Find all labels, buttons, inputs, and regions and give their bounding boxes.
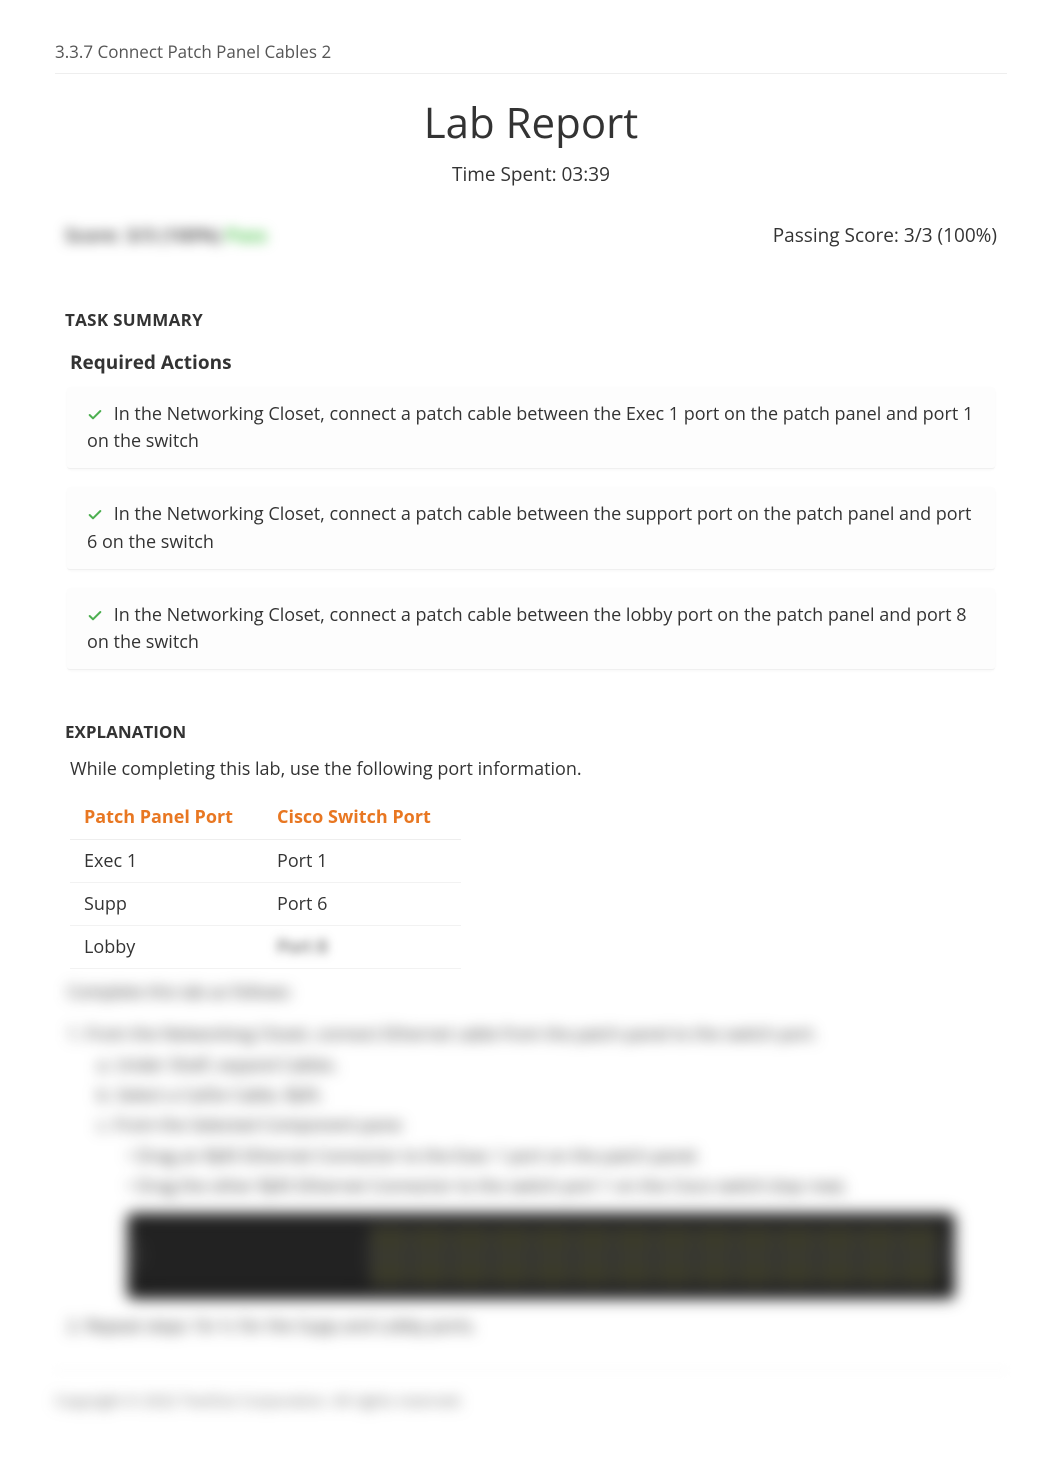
score-text: Score: 3/3 (100%)	[65, 222, 226, 248]
divider-bottom	[55, 1370, 1007, 1371]
table-cell: Supp	[70, 882, 263, 925]
table-row: Exec 1 Port 1	[70, 839, 461, 882]
breadcrumb: 3.3.7 Connect Patch Panel Cables 2	[55, 40, 1007, 63]
score-earned: Score: 3/3 (100%) Pass	[65, 222, 267, 248]
blurred-line: Complete this lab as follows:	[67, 979, 995, 1005]
pass-badge: Pass	[226, 222, 267, 248]
table-cell: Exec 1	[70, 839, 263, 882]
time-spent: Time Spent: 03:39	[55, 161, 1007, 187]
blurred-line: 2. Repeat steps 1b-1c for the Supp and L…	[67, 1313, 995, 1339]
check-icon	[87, 502, 103, 528]
table-row: Supp Port 6	[70, 882, 461, 925]
explanation-intro: While completing this lab, use the follo…	[70, 757, 992, 781]
port-table: Patch Panel Port Cisco Switch Port Exec …	[70, 795, 461, 969]
copyright-footer: Copyright © 2022 TestOut Corporation. Al…	[55, 1391, 1007, 1411]
check-icon	[87, 402, 103, 428]
action-item: In the Networking Closet, connect a patc…	[67, 487, 995, 569]
blurred-line: c. From the Selected Component pane:	[67, 1112, 995, 1138]
action-text: In the Networking Closet, connect a patc…	[87, 402, 973, 453]
explanation-header: EXPLANATION	[65, 720, 997, 743]
table-cell: Port 6	[263, 882, 461, 925]
action-text: In the Networking Closet, connect a patc…	[87, 603, 967, 654]
divider-top	[55, 73, 1007, 74]
table-cell-blurred: Port 8	[263, 925, 461, 968]
table-header-patch: Patch Panel Port	[70, 795, 263, 840]
table-cell: Port 1	[263, 839, 461, 882]
blurred-line: a. Under Shelf, expand Cables.	[67, 1052, 995, 1078]
action-text: In the Networking Closet, connect a patc…	[87, 502, 971, 553]
required-actions-label: Required Actions	[70, 349, 992, 375]
table-cell: Lobby	[70, 925, 263, 968]
table-header-cisco: Cisco Switch Port	[263, 795, 461, 840]
task-summary-header: TASK SUMMARY	[65, 308, 997, 331]
blurred-explanation: Complete this lab as follows: 1. From th…	[67, 979, 995, 1340]
passing-score: Passing Score: 3/3 (100%)	[773, 222, 997, 248]
blurred-line: 1. From the Networking Closet, connect E…	[67, 1021, 995, 1047]
check-icon	[87, 603, 103, 629]
blurred-line: • Drag an RJ45 Ethernet Connector to the…	[67, 1143, 995, 1169]
blurred-line: b. Select a Cat5e Cable, RJ45.	[67, 1082, 995, 1108]
table-row: Lobby Port 8	[70, 925, 461, 968]
switch-image	[127, 1213, 955, 1299]
page-title: Lab Report	[55, 94, 1007, 151]
action-item: In the Networking Closet, connect a patc…	[67, 387, 995, 469]
action-item: In the Networking Closet, connect a patc…	[67, 588, 995, 670]
blurred-line: • Drag the other RJ45 Ethernet Connector…	[67, 1173, 995, 1199]
